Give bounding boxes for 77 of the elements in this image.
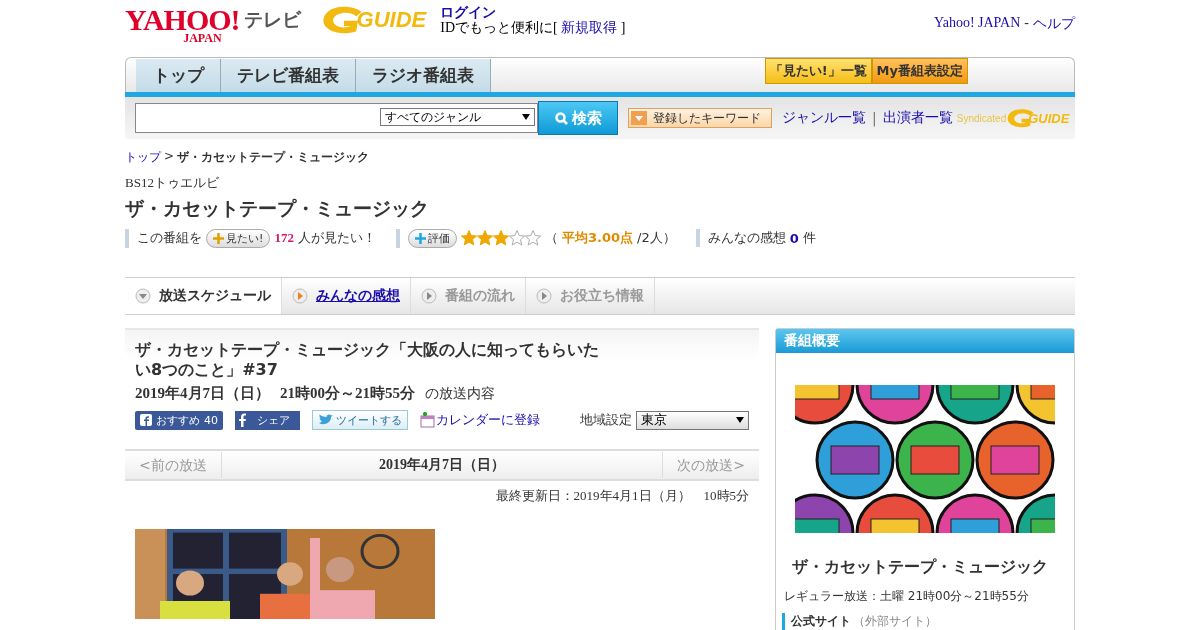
calendar-link[interactable]: カレンダーに登録 <box>436 411 540 429</box>
nav-button[interactable]: 「見たい!」一覧 <box>764 58 872 84</box>
yahoo-logo[interactable]: YAHOO! <box>125 5 240 35</box>
sidebar-heading: 番組概要 <box>776 329 1074 353</box>
region-select[interactable]: 東京 <box>636 410 749 430</box>
rate-button[interactable]: 評価 <box>407 228 457 248</box>
caret-icon <box>736 417 744 423</box>
rating-open: （ <box>544 229 558 247</box>
genre-list-link[interactable]: ジャンル一覧 <box>782 109 866 127</box>
regular-broadcast: レギュラー放送：土曜 21時00分～21時55分 <box>784 588 1030 605</box>
tweet-button[interactable]: ツイートする <box>312 410 408 430</box>
episode-suffix: の放送内容 <box>425 385 495 403</box>
program-title: ザ・カセットテープ・ミュージック <box>125 196 430 221</box>
nav-tab[interactable]: テレビ番組表 <box>221 59 356 92</box>
yahoo-japan-link[interactable]: Yahoo! JAPAN <box>933 15 1021 33</box>
star-icon <box>524 230 541 246</box>
star-icon <box>476 230 493 246</box>
channel-name: BS12トゥエルビ <box>125 174 220 192</box>
signup-link[interactable]: 新規取得 <box>561 20 618 35</box>
star-icon <box>508 230 525 246</box>
official-site-label: 公式サイト <box>791 613 851 630</box>
play-icon <box>536 288 552 304</box>
want-prompt: この番組を <box>137 229 202 247</box>
site-name: テレビ <box>243 7 301 32</box>
facebook-icon <box>140 414 152 426</box>
facebook-icon <box>239 413 247 427</box>
last-updated: 最終更新日：2019年4月1日（月） 10時5分 <box>494 487 750 505</box>
episode-date: 2019年4月7日（日） <box>135 384 270 403</box>
episode-title: ザ・カセットテープ・ミュージック「大阪の人に知ってもらいたい8つのこと」#37 <box>135 340 600 380</box>
plus-icon <box>213 232 224 244</box>
breadcrumb-separator: > <box>164 149 175 165</box>
link-separator: | <box>872 110 877 126</box>
plus-icon <box>414 232 426 244</box>
rating-average: 平均3.00点 <box>561 229 633 247</box>
impressions-count[interactable]: 0 <box>789 230 799 246</box>
breadcrumb-current: ザ・カセットテープ・ミュージック <box>177 149 370 166</box>
rating-count: /2人） <box>637 229 676 247</box>
nav-tab[interactable]: ラジオ番組表 <box>356 59 491 92</box>
region-label: 地域設定 <box>580 411 632 429</box>
login-link[interactable]: ログイン <box>440 5 626 20</box>
caret-icon <box>631 111 647 125</box>
syndicated-label: Syndicated <box>956 112 1007 124</box>
play-icon <box>421 288 437 304</box>
want-button[interactable]: 見たい! <box>206 228 271 248</box>
separator: - <box>1024 15 1029 32</box>
pager-date: 2019年4月7日（日） <box>378 456 506 474</box>
nav-tab[interactable]: トップ <box>136 59 221 92</box>
guide-logo: GUIDE <box>356 7 427 34</box>
external-note: （外部サイト） <box>853 613 937 630</box>
want-count: 172 <box>274 230 294 246</box>
impressions-unit: 件 <box>802 229 816 247</box>
search-field[interactable]: すべてのジャンル <box>135 103 538 133</box>
calendar-icon <box>420 412 436 428</box>
like-button[interactable]: おすすめ 40 <box>135 410 223 430</box>
cast-list-link[interactable]: 出演者一覧 <box>882 109 953 127</box>
sidebar-title: ザ・カセットテープ・ミュージック <box>792 557 1049 578</box>
keyword-button[interactable]: 登録したキーワード <box>628 108 772 128</box>
id-prompt: IDでもっと便利に[ <box>440 20 559 35</box>
episode-time: 21時00分～21時55分 <box>280 384 415 403</box>
guide-logo: GUIDE <box>1028 110 1070 126</box>
logo-subtitle: JAPAN <box>183 32 222 44</box>
help-link[interactable]: ヘルプ <box>1033 15 1075 33</box>
play-icon <box>292 288 308 304</box>
genre-select[interactable]: すべてのジャンル <box>380 108 535 126</box>
nav-button[interactable]: My番組表設定 <box>871 58 968 84</box>
caret-icon <box>522 114 530 120</box>
section-tab[interactable]: みんなの感想 <box>282 278 411 314</box>
star-icon <box>492 230 509 246</box>
want-suffix: 人が見たい！ <box>297 229 376 247</box>
bracket: ] <box>619 20 626 35</box>
breadcrumb-link[interactable]: トップ <box>125 149 161 166</box>
section-tab[interactable]: 放送スケジュール <box>125 278 282 314</box>
share-button[interactable]: シェア <box>235 410 300 430</box>
bird-icon <box>318 414 334 426</box>
star-icon <box>460 230 477 246</box>
search-icon <box>554 111 568 125</box>
impressions-label: みんなの感想 <box>707 229 786 247</box>
